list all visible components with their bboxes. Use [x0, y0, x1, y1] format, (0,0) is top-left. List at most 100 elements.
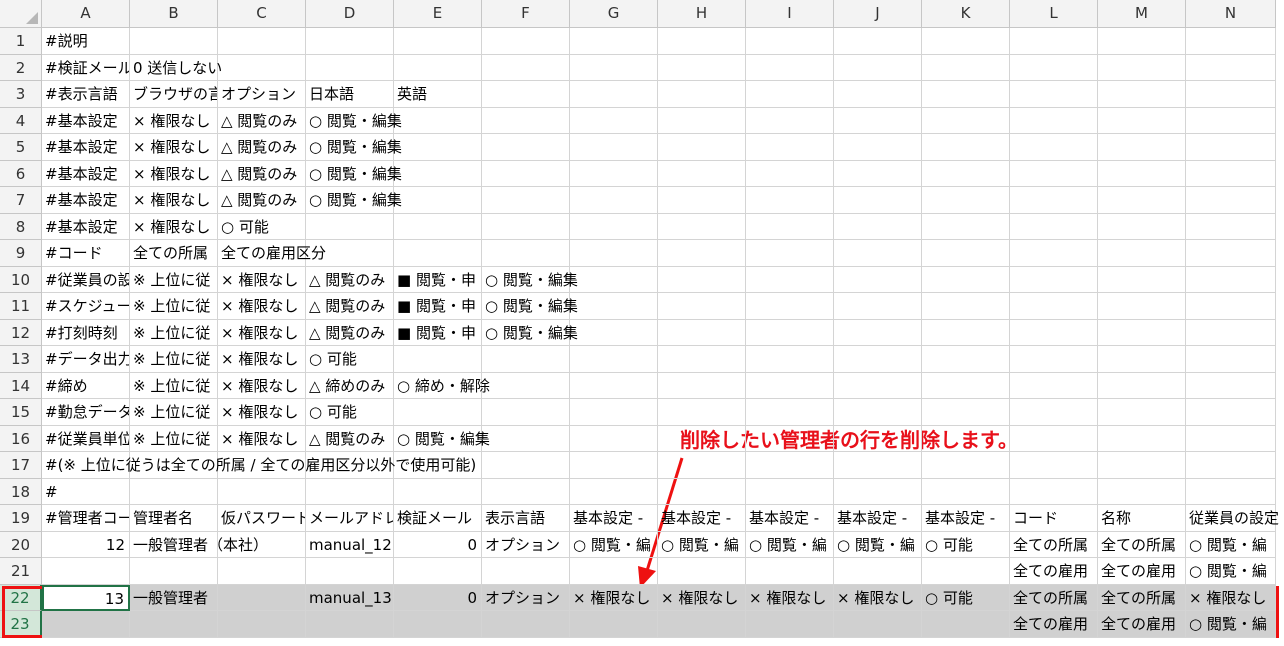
- cell-M5[interactable]: [1098, 134, 1186, 161]
- cell-M11[interactable]: [1098, 293, 1186, 320]
- cell-F9[interactable]: [482, 240, 570, 267]
- cell-M23[interactable]: 全ての雇用: [1098, 611, 1186, 638]
- cell-F13[interactable]: [482, 346, 570, 373]
- cell-A18[interactable]: #: [42, 478, 130, 505]
- cell-B8[interactable]: × 権限なし: [130, 213, 218, 240]
- cell-K20[interactable]: ○ 可能: [922, 531, 1010, 558]
- cell-E13[interactable]: [394, 346, 482, 373]
- cell-M12[interactable]: [1098, 319, 1186, 346]
- cell-C15[interactable]: × 権限なし: [218, 399, 306, 426]
- cell-E19[interactable]: 検証メール: [394, 505, 482, 532]
- cell-I2[interactable]: [746, 54, 834, 81]
- cell-J9[interactable]: [834, 240, 922, 267]
- row-header-15[interactable]: 15: [0, 399, 42, 426]
- row-header-16[interactable]: 16: [0, 425, 42, 452]
- cell-I17[interactable]: [746, 452, 834, 479]
- column-header-M[interactable]: M: [1098, 0, 1186, 28]
- row-header-8[interactable]: 8: [0, 213, 42, 240]
- cell-F21[interactable]: [482, 558, 570, 585]
- cell-I15[interactable]: [746, 399, 834, 426]
- cell-C19[interactable]: 仮パスワード: [218, 505, 306, 532]
- cell-K16[interactable]: [922, 425, 1010, 452]
- cell-A5[interactable]: #基本設定: [42, 134, 130, 161]
- cell-I23[interactable]: [746, 611, 834, 638]
- cell-K22[interactable]: ○ 可能: [922, 584, 1010, 611]
- cell-C11[interactable]: × 権限なし: [218, 293, 306, 320]
- cell-E23[interactable]: [394, 611, 482, 638]
- cell-A9[interactable]: #コード: [42, 240, 130, 267]
- cell-H12[interactable]: [658, 319, 746, 346]
- cell-B11[interactable]: ※ 上位に従: [130, 293, 218, 320]
- cell-D3[interactable]: 日本語: [306, 81, 394, 108]
- cell-B4[interactable]: × 権限なし: [130, 107, 218, 134]
- cell-D2[interactable]: [306, 54, 394, 81]
- cell-H2[interactable]: [658, 54, 746, 81]
- cell-G21[interactable]: [570, 558, 658, 585]
- row-header-22[interactable]: 22: [0, 584, 42, 611]
- cell-K23[interactable]: [922, 611, 1010, 638]
- column-header-B[interactable]: B: [130, 0, 218, 28]
- row-header-6[interactable]: 6: [0, 160, 42, 187]
- cell-B9[interactable]: 全ての所属: [130, 240, 218, 267]
- cell-H10[interactable]: [658, 266, 746, 293]
- cell-C20[interactable]: [218, 531, 306, 558]
- cell-K14[interactable]: [922, 372, 1010, 399]
- cell-F8[interactable]: [482, 213, 570, 240]
- cell-A3[interactable]: #表示言語: [42, 81, 130, 108]
- cell-L22[interactable]: 全ての所属: [1010, 584, 1098, 611]
- cell-K4[interactable]: [922, 107, 1010, 134]
- cell-J10[interactable]: [834, 266, 922, 293]
- cell-E8[interactable]: [394, 213, 482, 240]
- cell-N14[interactable]: [1186, 372, 1276, 399]
- cell-E10[interactable]: ■ 閲覧・申: [394, 266, 482, 293]
- cell-G7[interactable]: [570, 187, 658, 214]
- cell-K18[interactable]: [922, 478, 1010, 505]
- row-header-9[interactable]: 9: [0, 240, 42, 267]
- column-header-H[interactable]: H: [658, 0, 746, 28]
- cell-L14[interactable]: [1010, 372, 1098, 399]
- cell-K13[interactable]: [922, 346, 1010, 373]
- cell-H23[interactable]: [658, 611, 746, 638]
- cell-H4[interactable]: [658, 107, 746, 134]
- cell-B13[interactable]: ※ 上位に従: [130, 346, 218, 373]
- cell-M9[interactable]: [1098, 240, 1186, 267]
- cell-I18[interactable]: [746, 478, 834, 505]
- cell-I8[interactable]: [746, 213, 834, 240]
- cell-B21[interactable]: [130, 558, 218, 585]
- cell-B15[interactable]: ※ 上位に従: [130, 399, 218, 426]
- cell-L23[interactable]: 全ての雇用: [1010, 611, 1098, 638]
- cell-H3[interactable]: [658, 81, 746, 108]
- cell-C22[interactable]: [218, 584, 306, 611]
- cell-N13[interactable]: [1186, 346, 1276, 373]
- cell-C4[interactable]: △ 閲覧のみ: [218, 107, 306, 134]
- cell-D6[interactable]: ○ 閲覧・編集: [306, 160, 402, 187]
- cell-E3[interactable]: 英語: [394, 81, 482, 108]
- cell-D23[interactable]: [306, 611, 394, 638]
- cell-I21[interactable]: [746, 558, 834, 585]
- cell-J20[interactable]: ○ 閲覧・編: [834, 531, 922, 558]
- cell-F5[interactable]: [482, 134, 570, 161]
- row-header-19[interactable]: 19: [0, 505, 42, 532]
- cell-L17[interactable]: [1010, 452, 1098, 479]
- cell-I11[interactable]: [746, 293, 834, 320]
- cell-E5[interactable]: [394, 134, 482, 161]
- cell-H11[interactable]: [658, 293, 746, 320]
- cell-H14[interactable]: [658, 372, 746, 399]
- cell-B20[interactable]: 一般管理者（本社）: [130, 531, 268, 558]
- cell-M4[interactable]: [1098, 107, 1186, 134]
- row-header-12[interactable]: 12: [0, 319, 42, 346]
- cell-J19[interactable]: 基本設定 -: [834, 505, 922, 532]
- cell-F12[interactable]: ○ 閲覧・編集: [482, 319, 578, 346]
- cell-G20[interactable]: ○ 閲覧・編: [570, 531, 658, 558]
- cell-D16[interactable]: △ 閲覧のみ: [306, 425, 394, 452]
- cell-J15[interactable]: [834, 399, 922, 426]
- cell-C6[interactable]: △ 閲覧のみ: [218, 160, 306, 187]
- cell-K6[interactable]: [922, 160, 1010, 187]
- cell-B7[interactable]: × 権限なし: [130, 187, 218, 214]
- cell-A7[interactable]: #基本設定: [42, 187, 130, 214]
- cell-C3[interactable]: オプション: [218, 81, 306, 108]
- cell-B23[interactable]: [130, 611, 218, 638]
- cell-E9[interactable]: [394, 240, 482, 267]
- cell-G19[interactable]: 基本設定 -: [570, 505, 658, 532]
- cell-M20[interactable]: 全ての所属: [1098, 531, 1186, 558]
